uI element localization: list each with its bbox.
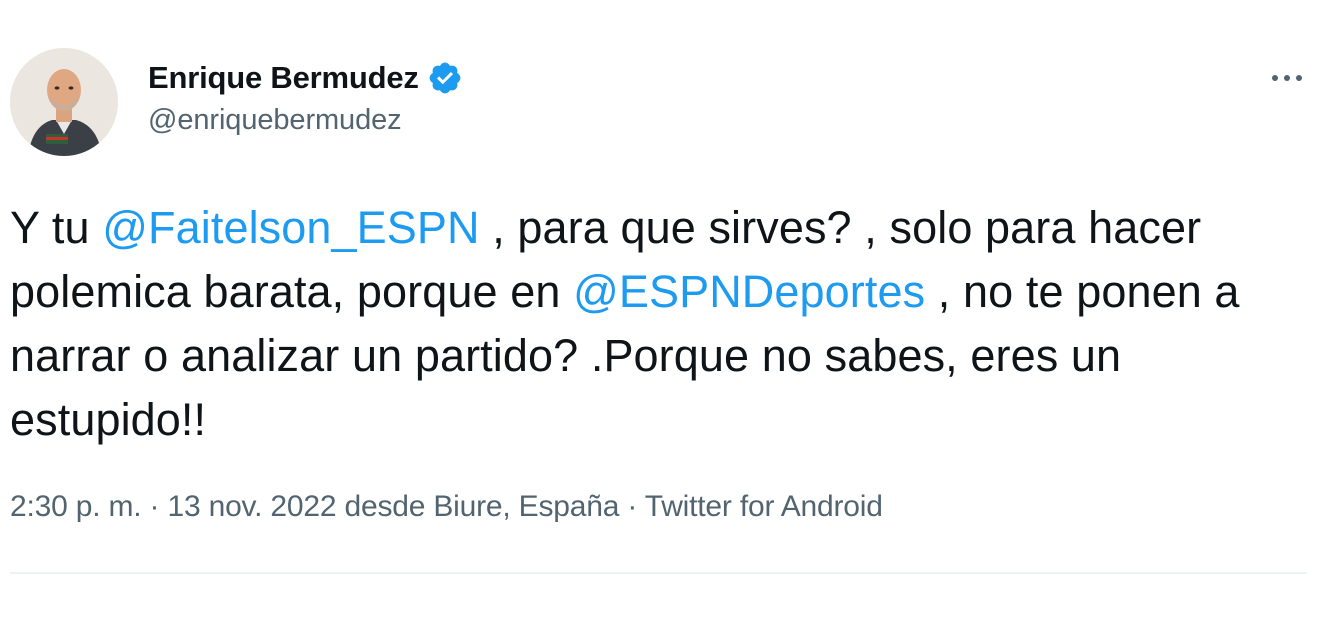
avatar[interactable] bbox=[10, 48, 118, 156]
user-handle[interactable]: @enriquebermudez bbox=[148, 104, 402, 137]
display-name[interactable]: Enrique Bermudez bbox=[148, 60, 419, 96]
tweet-client[interactable]: Twitter for Android bbox=[645, 490, 883, 523]
avatar-image bbox=[10, 48, 118, 156]
tweet-metadata: 2:30 p. m. · 13 nov. 2022 desde Biure, E… bbox=[10, 490, 883, 524]
tweet-time[interactable]: 2:30 p. m. bbox=[10, 490, 142, 523]
tweet-text-segment: Y tu bbox=[10, 202, 103, 253]
author-name-row: Enrique Bermudez bbox=[148, 56, 463, 100]
meta-separator: · bbox=[149, 490, 160, 523]
more-options-button[interactable] bbox=[1262, 58, 1312, 98]
mention-link[interactable]: @ESPNDeportes bbox=[573, 266, 925, 317]
more-options-icon bbox=[1272, 75, 1302, 81]
verified-badge-icon bbox=[427, 60, 463, 96]
tweet-card: Enrique Bermudez @enriquebermudez Y tu @… bbox=[0, 0, 1337, 620]
tweet-date[interactable]: 13 nov. 2022 bbox=[167, 490, 336, 523]
mention-link[interactable]: @Faitelson_ESPN bbox=[102, 202, 479, 253]
divider bbox=[10, 572, 1307, 574]
tweet-location: desde Biure, España bbox=[344, 490, 620, 523]
tweet-text: Y tu @Faitelson_ESPN , para que sirves? … bbox=[10, 196, 1320, 452]
meta-separator: · bbox=[627, 490, 638, 523]
